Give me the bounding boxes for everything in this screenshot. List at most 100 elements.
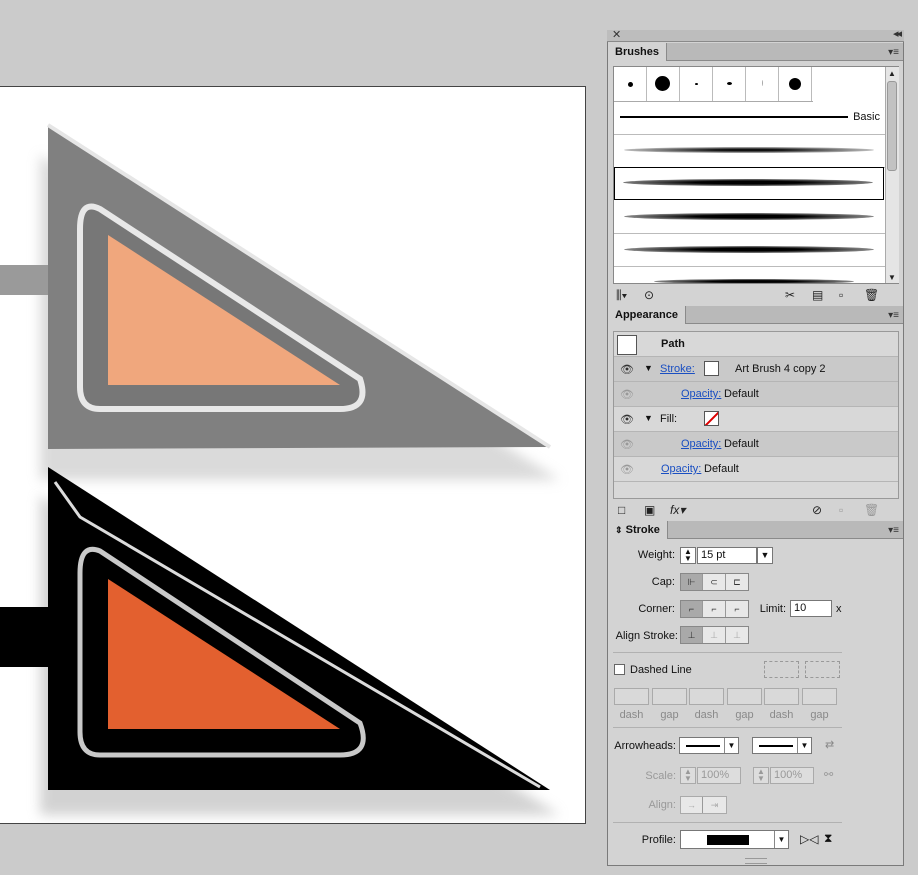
opacity-link[interactable]: Opacity: <box>681 438 721 450</box>
brush-swatch[interactable] <box>713 67 746 101</box>
remove-brush-stroke-icon[interactable]: ✂ <box>785 288 795 302</box>
visibility-eye-icon[interactable]: 👁 <box>620 363 634 376</box>
brush-options-selected-icon[interactable]: ▤ <box>812 288 823 302</box>
appearance-fill-row[interactable]: 👁 ▼ Fill: <box>614 407 898 432</box>
scroll-up-icon[interactable]: ▲ <box>888 69 896 78</box>
disclosure-triangle-icon[interactable]: ▼ <box>644 363 653 373</box>
scroll-down-icon[interactable]: ▼ <box>888 273 896 282</box>
appearance-object-opacity-row[interactable]: 👁 Opacity: Default <box>614 457 898 482</box>
delete-brush-icon[interactable]: 🗑 <box>864 288 879 302</box>
panel-menu-icon[interactable] <box>888 47 899 58</box>
dash-input-2[interactable] <box>689 688 724 705</box>
stroke-color-swatch[interactable] <box>704 361 719 376</box>
art-brush-1[interactable] <box>614 134 885 168</box>
gap-input-3[interactable] <box>802 688 837 705</box>
bevel-join-icon[interactable]: ⌐ <box>726 601 748 617</box>
add-fill-icon[interactable]: ▣ <box>644 503 655 517</box>
artwork[interactable] <box>0 87 585 823</box>
clear-appearance-icon[interactable]: ⊘ <box>812 503 822 517</box>
visibility-eye-icon[interactable]: 👁 <box>620 388 634 401</box>
miter-join-icon[interactable]: ⌐ <box>681 601 703 617</box>
brush-scrollbar[interactable]: ▲ ▼ <box>885 67 899 283</box>
brush-list[interactable]: Basic <box>613 66 899 284</box>
projecting-cap-icon[interactable]: ⊏ <box>726 574 748 590</box>
tab-appearance[interactable]: Appearance <box>608 306 686 324</box>
gap-label: gap <box>810 709 829 721</box>
scale-stepper-2[interactable]: ▲ ▼ <box>753 767 769 784</box>
align-inside-icon[interactable]: ⊥ <box>703 627 726 643</box>
opacity-link[interactable]: Opacity: <box>681 388 721 400</box>
visibility-eye-icon[interactable]: 👁 <box>620 463 634 476</box>
weight-input[interactable]: 15 pt <box>697 547 757 564</box>
brush-swatch[interactable] <box>779 67 812 101</box>
profile-select[interactable]: ▼ <box>680 830 789 849</box>
art-brush-4[interactable] <box>614 266 885 283</box>
panel-menu-icon[interactable] <box>888 525 899 536</box>
fx-icon[interactable]: fx▾ <box>670 503 685 517</box>
align-outside-icon[interactable]: ⊥ <box>726 627 748 643</box>
align-center-icon[interactable]: ⊥ <box>681 627 703 643</box>
scroll-thumb[interactable] <box>887 81 897 171</box>
fill-none-swatch[interactable] <box>704 411 719 426</box>
scale-input-1[interactable]: 100% <box>697 767 741 784</box>
flip-across-icon[interactable]: ⧗ <box>824 831 832 846</box>
align-dash-icon[interactable] <box>805 661 840 678</box>
brush-basic[interactable]: Basic <box>614 101 885 135</box>
opacity-link[interactable]: Opacity: <box>661 463 701 475</box>
art-brush-2[interactable] <box>614 200 885 234</box>
disclosure-triangle-icon[interactable]: ▼ <box>644 413 653 423</box>
art-brush-3[interactable] <box>614 233 885 267</box>
panel-menu-icon[interactable] <box>888 310 899 321</box>
brush-swatch[interactable] <box>746 67 779 101</box>
dash-input-3[interactable] <box>764 688 799 705</box>
gray-arrow-shape[interactable] <box>0 123 560 480</box>
appearance-stroke-row[interactable]: 👁 ▼ Stroke: Art Brush 4 copy 2 <box>614 357 898 382</box>
resize-grip[interactable] <box>745 858 767 864</box>
dash-input-1[interactable] <box>614 688 649 705</box>
new-brush-icon[interactable]: ▫ <box>839 288 843 302</box>
brush-swatch[interactable] <box>647 67 680 101</box>
brush-swatch[interactable] <box>614 67 647 101</box>
limit-input[interactable]: 10 <box>790 600 832 617</box>
appearance-stroke-opacity-row[interactable]: 👁 Opacity: Default <box>614 382 898 407</box>
brush-options-icon[interactable]: ⊙ <box>644 288 654 302</box>
artboard[interactable] <box>0 86 586 824</box>
weight-dropdown-icon[interactable]: ▼ <box>757 547 773 564</box>
brush-libraries-icon[interactable]: ⫼▾ <box>616 288 627 303</box>
stroke-link[interactable]: Stroke: <box>660 363 695 375</box>
black-arrow-shape[interactable] <box>0 467 560 815</box>
preserve-dash-icon[interactable] <box>764 661 799 678</box>
collapse-icon[interactable]: ◂◂ <box>893 27 902 40</box>
gap-input-1[interactable] <box>652 688 687 705</box>
weight-stepper[interactable]: ▲ ▼ <box>680 547 696 564</box>
dash-label: dash <box>619 709 644 721</box>
flip-along-icon[interactable]: ▷◁ <box>800 832 818 846</box>
round-join-icon[interactable]: ⌐ <box>703 601 726 617</box>
close-icon[interactable]: ✕ <box>612 28 621 41</box>
add-stroke-icon[interactable]: □ <box>618 503 625 517</box>
dashed-line-checkbox[interactable] <box>614 664 625 675</box>
start-arrowhead-select[interactable]: ▼ <box>679 737 739 754</box>
appearance-footer: □ ▣ fx▾ ⊘ ▫ 🗑 <box>608 501 903 521</box>
link-scale-icon[interactable]: ⚯ <box>824 768 833 781</box>
chevron-down-icon: ▼ <box>774 831 788 848</box>
gap-input-2[interactable] <box>727 688 762 705</box>
visibility-eye-icon[interactable]: 👁 <box>620 438 634 451</box>
swap-arrowheads-icon[interactable]: ⇄ <box>825 738 834 751</box>
extend-arrow-icon[interactable]: → <box>681 797 703 813</box>
scale-input-2[interactable]: 100% <box>770 767 814 784</box>
art-brush-selected[interactable] <box>614 167 884 200</box>
end-arrowhead-select[interactable]: ▼ <box>752 737 812 754</box>
appearance-path-row[interactable]: Path <box>614 332 898 357</box>
tab-brushes[interactable]: Brushes <box>608 43 668 61</box>
round-cap-icon[interactable]: ⊂ <box>703 574 726 590</box>
scale-stepper-1[interactable]: ▲ ▼ <box>680 767 696 784</box>
place-arrow-icon[interactable]: ⇥ <box>703 797 726 813</box>
appearance-fill-opacity-row[interactable]: 👁 Opacity: Default <box>614 432 898 457</box>
brush-swatch[interactable] <box>680 67 713 101</box>
butt-cap-icon[interactable]: ⊩ <box>681 574 703 590</box>
tab-stroke[interactable]: ⇕ Stroke <box>608 521 668 539</box>
visibility-eye-icon[interactable]: 👁 <box>620 413 634 426</box>
delete-item-icon[interactable]: 🗑 <box>864 503 879 517</box>
duplicate-item-icon[interactable]: ▫ <box>839 503 843 517</box>
